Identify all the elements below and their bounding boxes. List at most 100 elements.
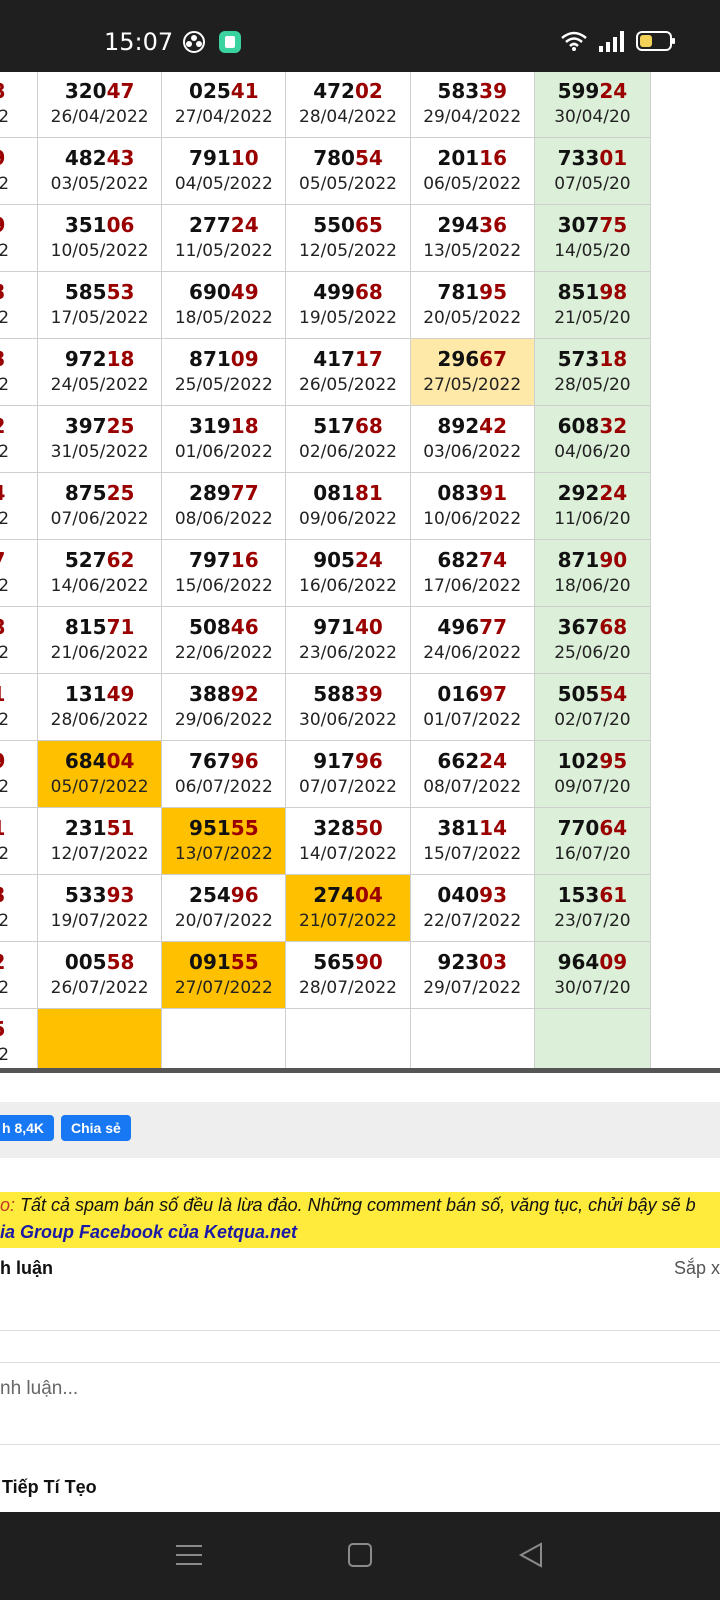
back-icon[interactable]: [516, 1540, 546, 1575]
facebook-like-button[interactable]: h 8,4K: [0, 1115, 55, 1141]
result-date: 02/07/20: [554, 710, 631, 730]
result-number: 512: [0, 413, 37, 439]
result-cell: 97140 23/06/2022: [285, 606, 411, 674]
result-number: 23151: [64, 816, 135, 840]
result-number: 50554: [557, 682, 628, 706]
result-cell: 68404 05/07/2022: [37, 740, 163, 808]
result-number: 04093: [437, 883, 507, 907]
result-date: 20/05/2022: [423, 308, 522, 328]
result-date: 24/05/2022: [50, 375, 149, 395]
result-cell: 91796 07/07/2022: [285, 740, 411, 808]
result-date: 22/06/2022: [174, 643, 273, 663]
sort-dropdown[interactable]: Sắp x: [674, 1258, 720, 1279]
comment-input[interactable]: nh luận...: [0, 1378, 78, 1400]
result-date: 16/07/20: [554, 844, 631, 864]
result-date: 22/07/2022: [423, 911, 522, 931]
result-date: 05/05/2022: [299, 174, 397, 194]
result-number: 57318: [557, 347, 628, 371]
result-cell: 41717 26/05/2022: [285, 338, 411, 406]
result-cell: 59924 30/04/20: [533, 72, 652, 138]
result-cell: 60832 04/06/20: [533, 405, 652, 473]
result-cell: 28977 08/06/2022: [161, 472, 287, 540]
result-cell: 584/2022: [0, 472, 39, 540]
table-row: 713/2022 53393 19/07/2022 25496 20/07/2022 27…: [0, 874, 652, 942]
result-cell: 15361 23/07/20: [533, 874, 652, 942]
comments-count-label: h luận: [0, 1258, 53, 1278]
result-number: 41717: [313, 347, 383, 371]
facebook-share-button[interactable]: Chia sẻ: [61, 1115, 131, 1141]
divider: [0, 1444, 720, 1445]
result-cell: 512/2022: [0, 405, 39, 473]
result-cell: 92303 29/07/2022: [409, 941, 535, 1009]
result-number: 68274: [437, 548, 507, 572]
result-cell: 20116 06/05/2022: [409, 137, 535, 205]
table-row: 927/2022 52762 14/06/2022 79716 15/06/2022 90…: [0, 539, 652, 607]
result-cell: 35106 10/05/2022: [37, 204, 163, 272]
result-cell: 50846 22/06/2022: [161, 606, 287, 674]
result-number: 96409: [557, 950, 628, 974]
table-row: 213/2022 97218 24/05/2022 87109 25/05/2022 41…: [0, 338, 652, 406]
result-date: 25/05/2022: [174, 375, 273, 395]
result-cell: 08391 10/06/2022: [409, 472, 535, 540]
result-date: 17/06/2022: [423, 576, 522, 596]
result-date: 14/07/2022: [299, 844, 397, 864]
comment-author-name[interactable]: Tiếp Tí Tẹo: [2, 1477, 97, 1498]
result-date: 14/05/20: [554, 241, 631, 261]
result-cell: 09155 27/07/2022: [161, 941, 287, 1009]
ball-app-icon: [182, 30, 206, 59]
result-number: 79110: [189, 146, 259, 170]
results-table: 368/2022 32047 26/04/2022 02541 27/04/2022 47…: [0, 72, 652, 1068]
result-date: /2022: [0, 439, 37, 465]
result-number: 29436: [437, 213, 507, 237]
result-cell: 38114 15/07/2022: [409, 807, 535, 875]
result-cell: 713/2022: [0, 271, 39, 339]
result-number: 27724: [189, 213, 259, 237]
result-number: 47202: [313, 79, 383, 103]
table-row: 479/2022 48243 03/05/2022 79110 04/05/2022 78…: [0, 137, 652, 205]
results-table-container[interactable]: 368/2022 32047 26/04/2022 02541 27/04/2022 47…: [0, 72, 720, 1073]
result-cell: 213/2022: [0, 338, 39, 406]
result-number: 10295: [557, 749, 628, 773]
result-number: 76796: [189, 749, 259, 773]
result-number: 368: [0, 78, 37, 104]
result-date: 30/07/20: [554, 978, 631, 998]
result-cell: 81571 21/06/2022: [37, 606, 163, 674]
result-number: 89242: [437, 414, 507, 438]
result-date: 23/07/20: [554, 911, 631, 931]
result-cell: 13149 28/06/2022: [37, 673, 163, 741]
result-number: 97140: [313, 615, 383, 639]
result-number: 08181: [313, 481, 383, 505]
result-date: 07/07/2022: [299, 777, 397, 797]
facebook-group-link[interactable]: ia Group Facebook của Ketqua.net: [0, 1219, 720, 1246]
menu-icon[interactable]: [174, 1540, 204, 1575]
result-cell: 502/2022: [0, 941, 39, 1009]
result-cell: 55065 12/05/2022: [285, 204, 411, 272]
result-number: 38892: [189, 682, 259, 706]
table-row: 301/2022 23151 12/07/2022 95155 13/07/2022 32…: [0, 807, 652, 875]
result-date: /2022: [0, 908, 37, 934]
result-date: 23/06/2022: [299, 643, 397, 663]
result-number: 30775: [557, 213, 628, 237]
result-number: 927: [0, 547, 37, 573]
result-number: 97218: [64, 347, 135, 371]
result-cell: 713/2022: [0, 874, 39, 942]
result-cell: 57318 28/05/20: [533, 338, 652, 406]
notice-lead: o:: [0, 1195, 16, 1215]
result-number: 713: [0, 882, 37, 908]
result-cell: 77064 16/07/20: [533, 807, 652, 875]
result-number: 29667: [437, 347, 507, 371]
result-date: 21/06/2022: [50, 643, 149, 663]
result-cell: 56590 28/07/2022: [285, 941, 411, 1009]
result-date: 28/05/20: [554, 375, 631, 395]
result-cell: 368/2022: [0, 72, 39, 138]
result-cell: [533, 1008, 652, 1068]
table-row: 171/2022 13149 28/06/2022 38892 29/06/2022 58…: [0, 673, 652, 741]
result-number: 79716: [189, 548, 259, 572]
result-cell: 04093 22/07/2022: [409, 874, 535, 942]
result-date: /2022: [0, 774, 37, 800]
home-icon[interactable]: [345, 1540, 375, 1575]
result-cell: 08181 09/06/2022: [285, 472, 411, 540]
result-date: 01/07/2022: [423, 710, 522, 730]
result-date: 18/06/20: [554, 576, 631, 596]
result-number: 91796: [313, 749, 383, 773]
